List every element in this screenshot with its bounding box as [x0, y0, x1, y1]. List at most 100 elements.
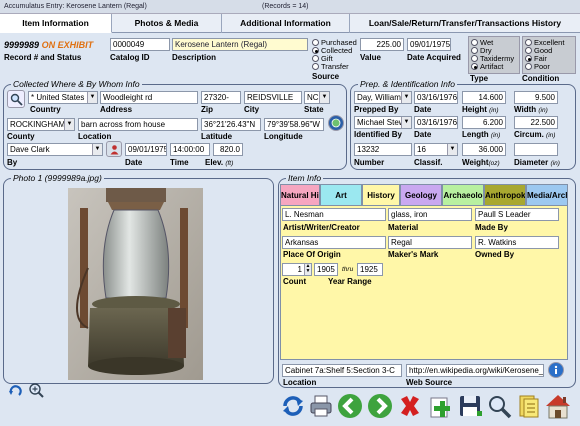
- contact-button[interactable]: [106, 141, 122, 157]
- circumference-field[interactable]: 22.500: [514, 116, 558, 129]
- source-transfer[interactable]: Transfer: [312, 63, 349, 71]
- location-field[interactable]: barn across from house: [78, 118, 198, 131]
- print-icon: [310, 395, 332, 417]
- owned-by-field[interactable]: R. Watkins: [475, 236, 559, 249]
- save-icon: [460, 396, 482, 416]
- rotate-icon: [8, 384, 22, 396]
- year-from-field[interactable]: 1905: [314, 263, 338, 276]
- info-icon: [554, 365, 558, 374]
- elevation-field[interactable]: 820.0: [213, 143, 243, 156]
- tab-photos-media[interactable]: Photos & Media: [112, 14, 222, 33]
- material-field[interactable]: glass, iron: [388, 208, 472, 221]
- year-to-field[interactable]: 1925: [357, 263, 383, 276]
- forward-button[interactable]: [365, 390, 395, 422]
- chevron-down-icon: ▼: [92, 144, 102, 155]
- county-select[interactable]: ROCKINGHAM ▼: [7, 118, 75, 131]
- count-stepper[interactable]: 1 ▲ ▼: [282, 263, 312, 276]
- artist-field[interactable]: L. Nesman: [282, 208, 386, 221]
- zoom-button[interactable]: [27, 381, 45, 399]
- date-acquired-field[interactable]: 09/01/1975: [407, 38, 451, 51]
- collected-time-field[interactable]: 14:00:00: [170, 143, 210, 156]
- catalog-id-field[interactable]: 0000049: [110, 38, 170, 51]
- tab-anthropology[interactable]: Anthropok: [484, 184, 526, 205]
- refresh-button[interactable]: [278, 390, 308, 422]
- identified-date-field[interactable]: 03/16/1976: [414, 116, 458, 129]
- type-artifact[interactable]: Artifact: [471, 63, 503, 71]
- chevron-down-icon: ▼: [401, 92, 411, 103]
- tab-item-information[interactable]: Item Information: [0, 14, 112, 33]
- makers-mark-field[interactable]: Regal: [388, 236, 472, 249]
- number-field[interactable]: 13232: [354, 143, 412, 156]
- identified-by-select[interactable]: Michael Stew ▼: [354, 116, 412, 129]
- rotate-button[interactable]: [7, 382, 23, 398]
- tab-media-archive[interactable]: Media/Arch: [526, 184, 568, 205]
- identified-date-label: Date: [414, 130, 432, 139]
- tab-natural-history[interactable]: Natural His: [280, 184, 320, 205]
- tab-history[interactable]: History: [362, 184, 400, 206]
- main-tabs: Item Information Photos & Media Addition…: [0, 14, 580, 33]
- prepped-date-field[interactable]: 03/16/1976: [414, 91, 458, 104]
- height-field[interactable]: 14.600: [462, 91, 506, 104]
- value-field[interactable]: 225.00: [360, 38, 404, 51]
- longitude-label: Longitude: [264, 132, 303, 141]
- number-label: Number: [354, 158, 385, 167]
- prepped-by-select[interactable]: Day, William ▼: [354, 91, 412, 104]
- length-field[interactable]: 6.200: [462, 116, 506, 129]
- home-button[interactable]: [543, 390, 573, 422]
- description-field[interactable]: Kerosene Lantern (Regal): [172, 38, 308, 51]
- save-button[interactable]: [455, 390, 485, 422]
- report-button[interactable]: [513, 390, 543, 422]
- tab-geology[interactable]: Geology: [400, 184, 442, 205]
- state-select[interactable]: NC ▼: [304, 91, 330, 104]
- back-button[interactable]: [335, 390, 365, 422]
- collected-by-label: By: [7, 158, 18, 167]
- made-by-field[interactable]: Paull S Leader: [475, 208, 559, 221]
- weight-field[interactable]: 36.000: [462, 143, 506, 156]
- tab-archaeology[interactable]: Archaeolo: [442, 184, 484, 205]
- collected-title: Collected Where & By Whom Info: [11, 79, 142, 89]
- chevron-down-icon: ▼: [64, 119, 74, 130]
- width-field[interactable]: 9.500: [514, 91, 558, 104]
- add-button[interactable]: [425, 390, 455, 422]
- classif-select[interactable]: 16 ▼: [414, 143, 458, 156]
- item-photo[interactable]: [68, 188, 203, 380]
- description-label: Description: [172, 53, 217, 62]
- circumference-label: Circum. (in): [514, 130, 556, 139]
- delete-button[interactable]: [395, 390, 425, 422]
- lookup-button[interactable]: [7, 90, 25, 108]
- globe-icon: [331, 118, 341, 128]
- collected-by-select[interactable]: Dave Clark ▼: [7, 143, 103, 156]
- window-title: Accumulatus Entry: Kerosene Lantern (Reg…: [4, 3, 147, 10]
- zip-field[interactable]: 27320-: [201, 91, 241, 104]
- diameter-label: Diameter (in): [514, 158, 560, 167]
- photo-title: Photo 1 (9999989a.jpg): [11, 173, 104, 183]
- map-button[interactable]: [328, 115, 344, 131]
- tab-additional-information[interactable]: Additional Information: [222, 14, 350, 33]
- chevron-down-icon: ▼: [87, 92, 97, 103]
- zip-label: Zip: [201, 105, 213, 114]
- item-location-field[interactable]: Cabinet 7a:Shelf 5:Section 3-C: [282, 364, 402, 377]
- web-info-button[interactable]: [548, 362, 564, 378]
- print-button[interactable]: [306, 390, 336, 422]
- delete-icon: [401, 396, 419, 416]
- tab-transactions-history[interactable]: Loan/Sale/Return/Transfer/Transactions H…: [350, 14, 580, 33]
- state-label: State: [304, 105, 324, 114]
- origin-field[interactable]: Arkansas: [282, 236, 386, 249]
- longitude-field[interactable]: 79°39'58.96"W: [264, 118, 324, 131]
- collected-date-field[interactable]: 09/01/1975: [125, 143, 167, 156]
- thru-label: thru: [342, 266, 354, 273]
- tab-art[interactable]: Art: [320, 184, 362, 205]
- diameter-field[interactable]: [514, 143, 558, 156]
- stepper-arrows-icon: ▲ ▼: [304, 263, 311, 275]
- country-select[interactable]: * United States ▼: [28, 91, 98, 104]
- city-field[interactable]: REIDSVILLE: [244, 91, 302, 104]
- lantern-photo: [68, 188, 203, 380]
- address-field[interactable]: Woodleight rd: [100, 91, 198, 104]
- origin-label: Place Of Origin: [283, 250, 341, 259]
- web-source-field[interactable]: http://en.wikipedia.org/wiki/Kerosene_la…: [406, 364, 544, 377]
- condition-poor[interactable]: Poor: [525, 63, 550, 71]
- search-button[interactable]: [484, 390, 514, 422]
- latitude-field[interactable]: 36°21'26.43"N: [201, 118, 261, 131]
- prepped-date-label: Date: [414, 105, 432, 114]
- search-icon: [489, 396, 512, 419]
